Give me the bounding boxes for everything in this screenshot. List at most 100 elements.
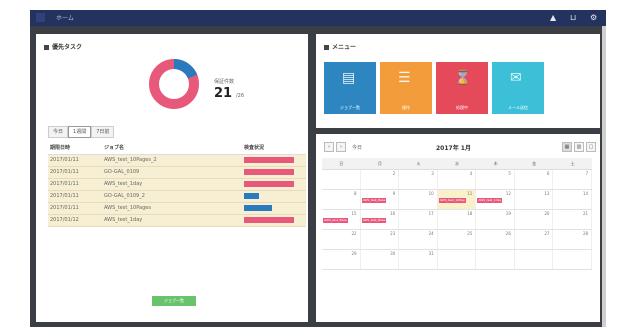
calendar-event[interactable]: AWS_test_Base: [361, 198, 387, 203]
week-view-button[interactable]: ▥: [574, 142, 584, 152]
calendar-day[interactable]: 26: [476, 230, 515, 249]
month-view-button[interactable]: ▦: [562, 142, 572, 152]
calendar-day[interactable]: 18: [438, 210, 477, 229]
job-list-button[interactable]: ジョブ一覧: [152, 296, 196, 306]
calendar-day[interactable]: 20: [515, 210, 554, 229]
col-title[interactable]: ジョブ名: [102, 142, 242, 155]
day-number: 28: [582, 231, 589, 236]
calendar-day[interactable]: 16 AWS_test_Base: [361, 210, 400, 229]
calendar-day[interactable]: 7: [553, 170, 593, 189]
day-number: 24: [428, 231, 434, 236]
list-icon: ☰: [398, 70, 411, 86]
tile-operations[interactable]: ☰ 操作: [380, 62, 432, 114]
table-row[interactable]: 2017/01/12 AWS_test_1day: [48, 214, 306, 227]
gear-icon[interactable]: ⚙: [590, 12, 597, 24]
calendar-day[interactable]: [515, 250, 554, 269]
row-date: 2017/01/11: [48, 178, 102, 191]
calendar-day[interactable]: 14: [553, 190, 593, 209]
calendar-day[interactable]: 8: [322, 190, 361, 209]
calendar-day[interactable]: 21: [553, 210, 593, 229]
tab-7days[interactable]: 7日前: [91, 126, 115, 138]
day-number: 22: [351, 231, 357, 236]
col-date[interactable]: 期限日時: [48, 142, 102, 155]
tile-operations-label: 操作: [402, 105, 410, 110]
calendar-day[interactable]: 2: [361, 170, 400, 189]
bookmark-icon[interactable]: ⊔: [570, 12, 576, 24]
calendar-day[interactable]: 15 AWS_test_Base: [322, 210, 361, 229]
weekday-label: 土: [570, 161, 575, 166]
calendar-day[interactable]: 27: [515, 230, 554, 249]
donut-arc: [173, 59, 198, 79]
prev-month-button[interactable]: ‹: [324, 142, 334, 152]
row-date: 2017/01/11: [48, 190, 102, 203]
menu-title: メニュー: [324, 42, 356, 51]
calendar-day[interactable]: [322, 170, 361, 189]
calendar-event[interactable]: AWS_test_10Pag: [438, 198, 466, 203]
row-date: 2017/01/11: [48, 202, 102, 215]
calendar-day[interactable]: 13: [515, 190, 554, 209]
calendar-day[interactable]: 29: [322, 250, 361, 269]
col-status[interactable]: 検査状況: [242, 142, 306, 155]
bell-icon[interactable]: ▲: [550, 12, 556, 24]
row-title[interactable]: GO-GAL_0109_2: [102, 190, 242, 203]
row-date: 2017/01/11: [48, 154, 102, 167]
calendar-week-row: 29 30 31: [322, 250, 593, 270]
table-row[interactable]: 2017/01/11 AWS_test_1day: [48, 178, 306, 191]
calendar-day[interactable]: 11 AWS_test_10Pag: [437, 190, 477, 209]
tab-today[interactable]: 今日: [48, 126, 69, 138]
table-row[interactable]: 2017/01/11 GO-GAL_0109_2: [48, 190, 306, 203]
tile-job-list[interactable]: ▤ ジョブ一覧: [324, 62, 376, 114]
calendar-day[interactable]: 24: [399, 230, 438, 249]
day-number: 18: [467, 211, 473, 216]
calendar-day[interactable]: 25: [438, 230, 477, 249]
row-title[interactable]: AWS_test_1day: [102, 178, 242, 191]
calendar-day[interactable]: 5: [476, 170, 515, 189]
calendar-day[interactable]: 9 AWS_test_Base: [361, 190, 400, 209]
calendar-day[interactable]: [553, 250, 593, 269]
row-title[interactable]: AWS_test_10Pages_2: [102, 154, 242, 167]
status-progress-bar: [244, 168, 294, 175]
calendar-day[interactable]: 4: [438, 170, 477, 189]
calendar-day[interactable]: 23: [361, 230, 400, 249]
weekday-label: 火: [416, 161, 421, 166]
calendar-event[interactable]: AWS_test_Base: [361, 218, 387, 223]
home-label[interactable]: ホーム: [56, 13, 74, 22]
tasks-panel: 優先タスク 保証件数 21 /26 今日 1週間 7日前 期限日時 ジョブ名 検…: [36, 34, 308, 322]
row-title[interactable]: GO-GAL_0109: [102, 166, 242, 179]
calendar-event[interactable]: AWS_test_1day: [477, 198, 503, 203]
day-number: 29: [351, 251, 357, 256]
table-row[interactable]: 2017/01/11 GO-GAL_0109: [48, 166, 306, 179]
day-number: 20: [544, 211, 550, 216]
calendar-day[interactable]: 10: [399, 190, 438, 209]
day-number: 16: [390, 211, 396, 216]
calendar-day[interactable]: 6: [515, 170, 554, 189]
document-icon: ▤: [342, 70, 356, 86]
tasks-table: 期限日時 ジョブ名 検査状況 2017/01/11 AWS_test_10Page…: [48, 142, 306, 227]
calendar-day[interactable]: 28: [553, 230, 593, 249]
calendar-day[interactable]: 30: [361, 250, 400, 269]
page-scrollbar[interactable]: [602, 26, 606, 327]
calendar-day[interactable]: [438, 250, 477, 269]
row-title[interactable]: AWS_test_10Pages: [102, 202, 242, 215]
today-button[interactable]: 今日: [352, 144, 362, 151]
row-date: 2017/01/11: [48, 166, 102, 179]
tile-processing[interactable]: ⌛ 処理中: [436, 62, 488, 114]
calendar-day[interactable]: 22: [322, 230, 361, 249]
calendar-day[interactable]: 17: [399, 210, 438, 229]
table-row[interactable]: 2017/01/11 AWS_test_10Pages: [48, 202, 306, 215]
home-icon[interactable]: [36, 13, 45, 22]
task-tabs: 今日 1週間 7日前: [48, 126, 115, 138]
calendar-day[interactable]: 31: [399, 250, 438, 269]
calendar-day[interactable]: 12 AWS_test_1day: [476, 190, 515, 209]
calendar-event[interactable]: AWS_test_Base: [323, 218, 348, 223]
day-view-button[interactable]: ▢: [586, 142, 596, 152]
calendar-day[interactable]: 19: [476, 210, 515, 229]
tile-mail[interactable]: ✉ メール送信: [492, 62, 544, 114]
donut-total: /26: [236, 93, 245, 99]
row-title[interactable]: AWS_test_1day: [102, 214, 242, 227]
tab-week[interactable]: 1週間: [68, 126, 92, 138]
table-row[interactable]: 2017/01/11 AWS_test_10Pages_2: [48, 154, 306, 167]
calendar-day[interactable]: 3: [399, 170, 438, 189]
calendar-day[interactable]: [476, 250, 515, 269]
next-month-button[interactable]: ›: [336, 142, 346, 152]
